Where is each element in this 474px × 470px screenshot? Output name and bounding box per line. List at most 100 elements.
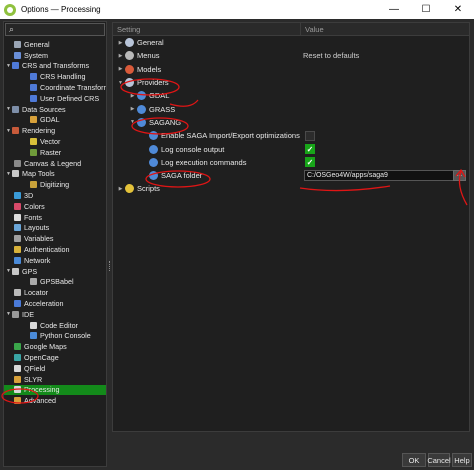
nav-item-fonts[interactable]: Fonts: [4, 212, 106, 223]
tree-row-label: GRASS: [149, 104, 176, 114]
saga-icon: [149, 157, 158, 167]
setting-checkbox[interactable]: ✓: [305, 144, 315, 155]
nav-item-label: User Defined CRS: [40, 93, 100, 103]
nav-item-icon: [30, 116, 37, 124]
nav-item-label: Canvas & Legend: [24, 158, 82, 168]
nav-item-canvas-legend[interactable]: Canvas & Legend: [4, 158, 106, 169]
tree-row-label: SAGA folder: [161, 171, 203, 181]
tree-row-log-console-output[interactable]: Log console output ✓: [113, 142, 469, 155]
tree-row-grass[interactable]: ▶ GRASS: [113, 102, 469, 115]
minimize-button[interactable]: —: [378, 0, 410, 19]
nav-item-icon: [14, 343, 21, 351]
nav-item-vector[interactable]: Vector: [4, 136, 106, 147]
nav-item-crs-and-transforms[interactable]: ▼ CRS and Transforms: [4, 61, 106, 72]
nav-item-gpsbabel[interactable]: GPSBabel: [4, 277, 106, 288]
nav-item-icon: [12, 267, 19, 275]
tree-row-saga-folder[interactable]: SAGA folder C:/OSGeo4W/apps/saga9...: [113, 169, 469, 182]
nav-item-colors[interactable]: Colors: [4, 201, 106, 212]
nav-item-icon: [30, 278, 37, 286]
close-button[interactable]: ✕: [442, 0, 474, 19]
expand-arrow-icon[interactable]: ▶: [116, 66, 125, 72]
nav-item-icon: [14, 354, 21, 361]
nav-item-icon: [12, 105, 19, 113]
nav-item-qfield[interactable]: QField: [4, 363, 106, 374]
nav-item-opencage[interactable]: OpenCage: [4, 352, 106, 363]
nav-item-ide[interactable]: ▼ IDE: [4, 309, 106, 320]
reset-defaults-link[interactable]: Reset to defaults: [303, 51, 359, 60]
nav-item-google-maps[interactable]: Google Maps: [4, 341, 106, 352]
header-setting[interactable]: Setting: [113, 23, 301, 35]
nav-item-authentication[interactable]: Authentication: [4, 244, 106, 255]
help-button[interactable]: Help: [452, 453, 472, 467]
cancel-button[interactable]: Cancel: [427, 453, 451, 467]
nav-item-acceleration[interactable]: Acceleration: [4, 298, 106, 309]
nav-item-icon: [30, 73, 37, 81]
setting-checkbox[interactable]: [305, 130, 315, 141]
nav-item-label: Python Console: [40, 331, 91, 341]
nav-item-icon: [14, 51, 21, 59]
tree-header: Setting Value: [113, 23, 469, 36]
nav-item-digitizing[interactable]: Digitizing: [4, 179, 106, 190]
nav-item-icon: [30, 148, 37, 156]
tree-row-gdal[interactable]: ▶ GDAL: [113, 89, 469, 102]
tree-row-label: Scripts: [137, 184, 160, 194]
saga-folder-input[interactable]: C:/OSGeo4W/apps/saga9: [304, 170, 454, 182]
tree-row-enable-saga-import-export-optimizations[interactable]: Enable SAGA Import/Export optimizations: [113, 129, 469, 142]
nav-item-icon: [30, 84, 37, 92]
tree-rows: ▶ General ▶ Menus Reset to defaults ▶ Models ▼ P…: [113, 36, 469, 196]
nav-item-label: Locator: [24, 288, 48, 298]
nav-item-processing[interactable]: Processing: [4, 384, 106, 396]
nav-item-code-editor[interactable]: Code Editor: [4, 320, 106, 331]
expand-arrow-icon[interactable]: ▶: [116, 40, 125, 46]
nav-item-locator[interactable]: Locator: [4, 287, 106, 298]
nav-item-label: Processing: [24, 385, 60, 395]
nav-item-icon: [12, 170, 19, 178]
tree-row-label: Providers: [137, 78, 169, 88]
nav-item-system[interactable]: System: [4, 50, 106, 61]
nav-item-slyr[interactable]: SLYR: [4, 374, 106, 385]
nav-item-general[interactable]: General: [4, 39, 106, 50]
nav-item-map-tools[interactable]: ▼ Map Tools: [4, 169, 106, 180]
header-value[interactable]: Value: [301, 23, 469, 35]
nav-item-raster[interactable]: Raster: [4, 147, 106, 158]
expand-arrow-icon[interactable]: ▼: [116, 80, 125, 86]
maximize-button[interactable]: ☐: [410, 0, 442, 19]
nav-search-input[interactable]: ⌕: [5, 23, 105, 36]
nav-item-icon: [30, 181, 37, 189]
ok-button[interactable]: OK: [402, 453, 426, 467]
gdal-icon: [137, 91, 146, 101]
tree-row-sagang[interactable]: ▼ SAGANG: [113, 116, 469, 129]
expand-arrow-icon[interactable]: ▶: [128, 93, 137, 99]
expand-arrow-icon[interactable]: ▶: [128, 106, 137, 112]
nav-item-gps[interactable]: ▼ GPS: [4, 266, 106, 277]
nav-item-layouts[interactable]: Layouts: [4, 223, 106, 234]
nav-item-python-console[interactable]: Python Console: [4, 331, 106, 342]
expand-arrow-icon[interactable]: ▶: [116, 186, 125, 192]
gear-icon: [125, 78, 134, 88]
nav-item-variables[interactable]: Variables: [4, 233, 106, 244]
tree-row-models[interactable]: ▶ Models: [113, 63, 469, 76]
nav-item-network[interactable]: Network: [4, 255, 106, 266]
nav-item-rendering[interactable]: ▼ Rendering: [4, 125, 106, 136]
expand-arrow-icon[interactable]: ▼: [128, 119, 137, 125]
tree-row-general[interactable]: ▶ General: [113, 36, 469, 49]
nav-item-3d[interactable]: 3D: [4, 190, 106, 201]
nav-item-user-defined-crs[interactable]: User Defined CRS: [4, 93, 106, 104]
nav-item-icon: [14, 224, 21, 232]
nav-item-icon: [14, 364, 21, 372]
qgis-logo-icon: [4, 3, 16, 16]
nav-item-data-sources[interactable]: ▼ Data Sources: [4, 104, 106, 115]
expand-arrow-icon[interactable]: ▶: [116, 53, 125, 59]
nav-item-label: Authentication: [24, 245, 70, 255]
nav-item-label: Colors: [24, 201, 45, 211]
setting-checkbox[interactable]: ✓: [305, 157, 315, 168]
nav-item-gdal[interactable]: GDAL: [4, 115, 106, 126]
tree-row-scripts[interactable]: ▶ Scripts: [113, 182, 469, 195]
browse-folder-button[interactable]: ...: [453, 169, 466, 181]
nav-item-crs-handling[interactable]: CRS Handling: [4, 71, 106, 82]
nav-item-coordinate-transforms[interactable]: Coordinate Transforms: [4, 82, 106, 93]
tree-row-log-execution-commands[interactable]: Log execution commands ✓: [113, 156, 469, 169]
tree-row-providers[interactable]: ▼ Providers: [113, 76, 469, 89]
tree-row-menus[interactable]: ▶ Menus Reset to defaults: [113, 49, 469, 62]
nav-item-advanced[interactable]: Advanced: [4, 395, 106, 406]
